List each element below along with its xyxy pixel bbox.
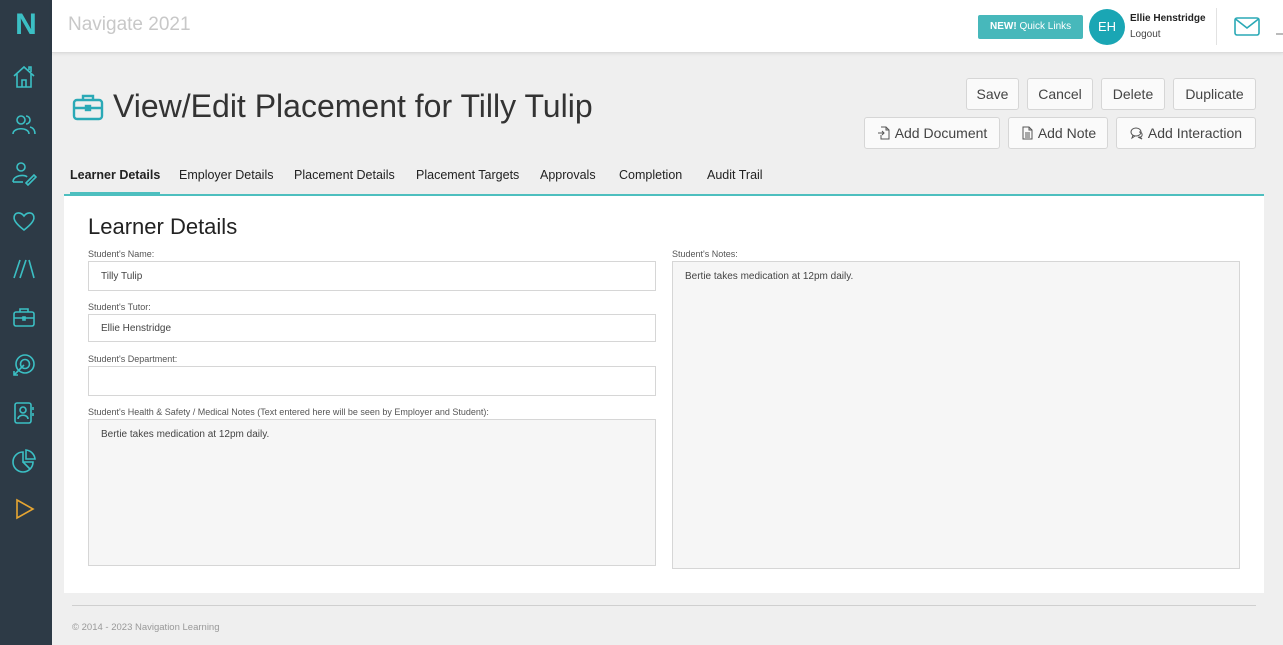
tab-bar: Learner Details Employer Details Placeme…	[64, 160, 1264, 196]
target-icon[interactable]	[10, 351, 38, 379]
tab-placement-targets[interactable]: Placement Targets	[416, 160, 519, 194]
add-document-button[interactable]: Add Document	[864, 117, 1000, 149]
student-tutor-label: Student's Tutor:	[88, 302, 151, 312]
student-name-label: Student's Name:	[88, 249, 155, 259]
slashes-icon[interactable]	[10, 255, 38, 283]
mail-icon[interactable]	[1234, 16, 1260, 38]
new-badge: NEW!	[990, 21, 1017, 32]
add-document-label: Add Document	[894, 125, 988, 141]
quick-links-label: Quick Links	[1019, 21, 1072, 32]
document-import-icon	[877, 126, 890, 140]
logo[interactable]: N	[14, 8, 38, 42]
chat-icon	[1130, 127, 1143, 140]
top-header: Navigate 2021 NEW! Quick Links EH Ellie …	[52, 0, 1283, 53]
duplicate-label: Duplicate	[1185, 86, 1244, 102]
page-heading: View/Edit Placement for Tilly Tulip	[72, 88, 593, 125]
cancel-label: Cancel	[1038, 86, 1082, 102]
heart-icon[interactable]	[10, 207, 38, 235]
add-note-label: Add Note	[1037, 125, 1097, 141]
learner-details-panel: Learner Details Student's Name: Tilly Tu…	[64, 196, 1264, 593]
save-label: Save	[976, 86, 1009, 102]
student-notes-label: Student's Notes:	[672, 249, 738, 259]
tab-audit-trail[interactable]: Audit Trail	[707, 160, 763, 194]
add-interaction-button[interactable]: Add Interaction	[1116, 117, 1256, 149]
home-icon[interactable]	[10, 63, 38, 91]
app-title: Navigate 2021	[68, 14, 191, 35]
header-divider	[1216, 8, 1217, 45]
student-department-field[interactable]	[88, 366, 656, 396]
tab-placement-details[interactable]: Placement Details	[294, 160, 395, 194]
tab-employer-details[interactable]: Employer Details	[179, 160, 273, 194]
save-button[interactable]: Save	[966, 78, 1019, 110]
play-icon[interactable]	[10, 495, 38, 523]
page-title: View/Edit Placement for Tilly Tulip	[113, 88, 593, 124]
contacts-icon[interactable]	[10, 399, 38, 427]
users-icon[interactable]	[10, 111, 38, 139]
scrollbar-marker	[1276, 33, 1283, 35]
student-name-field[interactable]: Tilly Tulip	[88, 261, 656, 291]
add-note-button[interactable]: Add Note	[1008, 117, 1108, 149]
add-interaction-label: Add Interaction	[1147, 125, 1243, 141]
duplicate-button[interactable]: Duplicate	[1173, 78, 1256, 110]
briefcase-icon	[72, 91, 104, 123]
health-safety-label: Student's Health & Safety / Medical Note…	[88, 407, 489, 417]
cancel-button[interactable]: Cancel	[1027, 78, 1093, 110]
student-department-label: Student's Department:	[88, 354, 178, 364]
student-notes-textarea[interactable]: Bertie takes medication at 12pm daily.	[672, 261, 1240, 569]
delete-button[interactable]: Delete	[1101, 78, 1165, 110]
delete-label: Delete	[1112, 86, 1154, 102]
user-name: Ellie Henstridge	[1130, 13, 1206, 24]
health-safety-textarea[interactable]: Bertie takes medication at 12pm daily.	[88, 419, 656, 566]
tab-approvals[interactable]: Approvals	[540, 160, 596, 194]
briefcase-icon[interactable]	[10, 303, 38, 331]
sidebar: N	[0, 0, 52, 645]
footer-divider	[72, 605, 1256, 606]
logout-link[interactable]: Logout	[1130, 29, 1161, 40]
user-edit-icon[interactable]	[10, 159, 38, 187]
pie-chart-icon[interactable]	[10, 447, 38, 475]
tab-completion[interactable]: Completion	[619, 160, 682, 194]
tab-learner-details[interactable]: Learner Details	[70, 160, 161, 194]
student-tutor-field[interactable]: Ellie Henstridge	[88, 314, 656, 342]
quick-links-button[interactable]: NEW! Quick Links	[978, 15, 1084, 39]
note-icon	[1022, 126, 1033, 140]
copyright: © 2014 - 2023 Navigation Learning	[72, 622, 220, 633]
avatar[interactable]: EH	[1089, 9, 1125, 45]
section-title: Learner Details	[88, 214, 238, 239]
